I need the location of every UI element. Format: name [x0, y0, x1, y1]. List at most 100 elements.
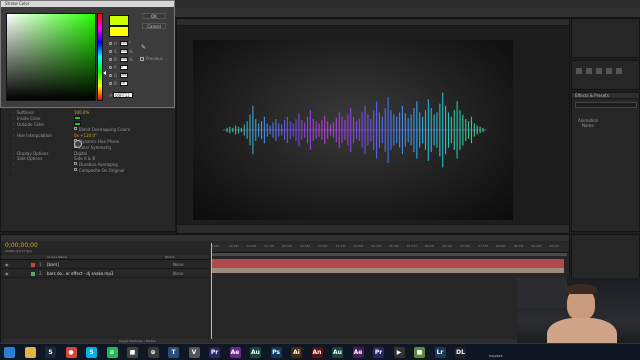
effect-row[interactable]: › Color Symmetry — [1, 144, 175, 150]
effect-row[interactable]: › Side Options Side A & B — [1, 156, 175, 161]
twirl-icon[interactable]: › — [13, 156, 14, 160]
app-icon[interactable]: ■ — [127, 347, 138, 358]
folder-icon[interactable] — [24, 347, 36, 358]
twirl-icon[interactable]: › — [13, 116, 14, 120]
effect-row[interactable]: › Dynamic Hue Phase — [1, 139, 175, 144]
effect-row[interactable]: › Hue Interpolation 0x +120.0° — [1, 133, 175, 138]
hue-phase-dial[interactable] — [74, 140, 82, 148]
layer-name[interactable]: bars do...er effect - dj snake.mp3 — [47, 271, 113, 276]
effect-row-value[interactable]: Digital — [74, 151, 87, 156]
field-input-5[interactable]: 18 — [120, 81, 128, 86]
color-swatch[interactable] — [74, 121, 81, 126]
player-icon[interactable]: ▶ — [393, 347, 405, 358]
preset-name[interactable]: Name — [582, 123, 594, 128]
twirl-icon[interactable]: › — [13, 139, 14, 143]
effect-row-value[interactable]: Color Symmetry — [79, 145, 111, 150]
effect-row[interactable]: › Softness 100.0% — [1, 110, 175, 115]
work-area-bar[interactable] — [212, 253, 567, 256]
effect-row-value[interactable]: 100.0% — [74, 110, 89, 115]
twirl-icon[interactable]: › — [13, 133, 14, 137]
effect-row-value[interactable]: Duration Averaging — [79, 162, 118, 167]
effect-row[interactable]: › Blend Overlapping Colors — [1, 127, 175, 132]
audition-icon-2[interactable]: Au — [332, 347, 343, 358]
hex-input[interactable]: 00FF12 — [113, 92, 133, 98]
cancel-button[interactable]: Cancel — [142, 23, 166, 29]
effect-row[interactable]: › Composite On Original — [1, 168, 175, 173]
lightroom-icon[interactable]: Lr — [434, 347, 446, 358]
playhead[interactable] — [211, 243, 212, 342]
checkbox[interactable] — [74, 127, 77, 131]
chrome-icon[interactable]: ● — [65, 347, 77, 358]
effect-row-value[interactable]: 0x +120.0° — [74, 133, 97, 138]
steam-icon[interactable]: S — [45, 347, 56, 358]
checkbox[interactable] — [74, 162, 77, 166]
skype-icon[interactable]: S — [86, 347, 97, 358]
field-radio-2[interactable] — [109, 58, 112, 61]
dl-icon[interactable]: DL — [455, 347, 466, 358]
animate-icon[interactable]: An — [311, 347, 323, 358]
layer-bar-1[interactable] — [212, 259, 564, 268]
effect-row[interactable]: › Duration Averaging — [1, 162, 175, 167]
layer-name[interactable]: [bars] — [47, 262, 59, 267]
field-radio-4[interactable] — [109, 74, 112, 77]
minecraft-icon[interactable]: ■ — [414, 347, 425, 358]
hue-slider-handle[interactable] — [103, 71, 106, 75]
composition-canvas[interactable] — [193, 40, 513, 220]
field-radio-5[interactable] — [109, 82, 112, 85]
field-input-0[interactable]: 127 — [120, 41, 128, 46]
premiere-icon[interactable]: Pr — [209, 347, 220, 358]
effect-row[interactable]: › Outside Color — [1, 121, 175, 127]
label-color[interactable] — [31, 263, 35, 267]
teamspeak-icon[interactable]: T — [168, 347, 179, 358]
twirl-icon[interactable]: › — [13, 151, 14, 155]
field-input-4[interactable]: 255 — [120, 73, 128, 78]
field-radio-1[interactable] — [109, 50, 112, 53]
twirl-icon[interactable]: › — [13, 145, 14, 149]
parent-select[interactable]: None — [173, 262, 183, 267]
timecode-display[interactable]: 0;00;00;00 — [5, 242, 38, 249]
start-icon[interactable] — [4, 347, 15, 358]
field-input-3[interactable]: 0 — [120, 65, 128, 70]
label-color[interactable] — [31, 272, 35, 276]
audition-icon[interactable]: Au — [250, 347, 261, 358]
field-radio-3[interactable] — [109, 66, 112, 69]
hue-slider[interactable] — [97, 13, 103, 101]
field-input-2[interactable]: 100 — [120, 57, 128, 62]
old-color-swatch[interactable] — [109, 26, 129, 37]
field-radio-0[interactable] — [109, 42, 112, 45]
twirl-icon[interactable]: › — [13, 162, 14, 166]
photoshop-icon[interactable]: Ps — [270, 347, 282, 358]
app-icon-2[interactable]: ⊕ — [147, 347, 159, 358]
twirl-icon[interactable]: › — [13, 168, 14, 172]
effect-row[interactable]: › Display Options Digital — [1, 151, 175, 156]
timeline-layer-row[interactable]: ◉ 1 [bars] None — [1, 261, 209, 269]
previous-checkbox[interactable] — [140, 57, 144, 61]
visibility-icon[interactable]: ◉ — [5, 262, 9, 267]
color-swatch[interactable] — [74, 115, 81, 120]
effect-row[interactable]: › Inside Color — [1, 115, 175, 121]
eyedropper-icon[interactable]: ✎ — [141, 45, 147, 51]
visibility-icon[interactable]: ◉ — [5, 271, 9, 276]
twirl-icon[interactable]: › — [13, 122, 14, 126]
time-ruler[interactable]: 0:00f 00:15f 01:00f 01:15f 02:00f 02:15f 03:00… — [211, 243, 569, 253]
effect-row-value[interactable]: Dynamic Hue Phase — [79, 139, 119, 144]
effect-row-value[interactable]: Composite On Original — [79, 168, 124, 173]
preview-controls[interactable] — [576, 68, 636, 74]
effect-row-value[interactable]: Blend Overlapping Colors — [79, 127, 130, 132]
twirl-icon[interactable]: › — [13, 127, 14, 131]
checkbox[interactable] — [74, 168, 77, 171]
effect-row-value[interactable]: Side A & B — [74, 156, 95, 161]
ok-button[interactable]: OK — [142, 13, 166, 19]
timeline-layer-row[interactable]: ◉ 2 bars do...er effect - dj snake.mp3 None — [1, 270, 209, 278]
layer-bar-2[interactable] — [212, 268, 564, 273]
parent-select[interactable]: None — [173, 271, 183, 276]
aftereffects-icon[interactable]: Ae — [229, 347, 241, 358]
illustrator-icon[interactable]: Ai — [291, 347, 302, 358]
field-input-1[interactable]: 100 — [120, 49, 128, 54]
premiere-icon-2[interactable]: Pr — [373, 347, 384, 358]
dialog-title-bar[interactable]: Stroke Color — [1, 1, 174, 7]
saturation-brightness-field[interactable] — [6, 13, 96, 101]
after-effects-icon-2[interactable]: Ae — [352, 347, 364, 358]
effects-search-input[interactable] — [575, 102, 637, 108]
spotify-icon[interactable]: ≡ — [106, 347, 118, 358]
